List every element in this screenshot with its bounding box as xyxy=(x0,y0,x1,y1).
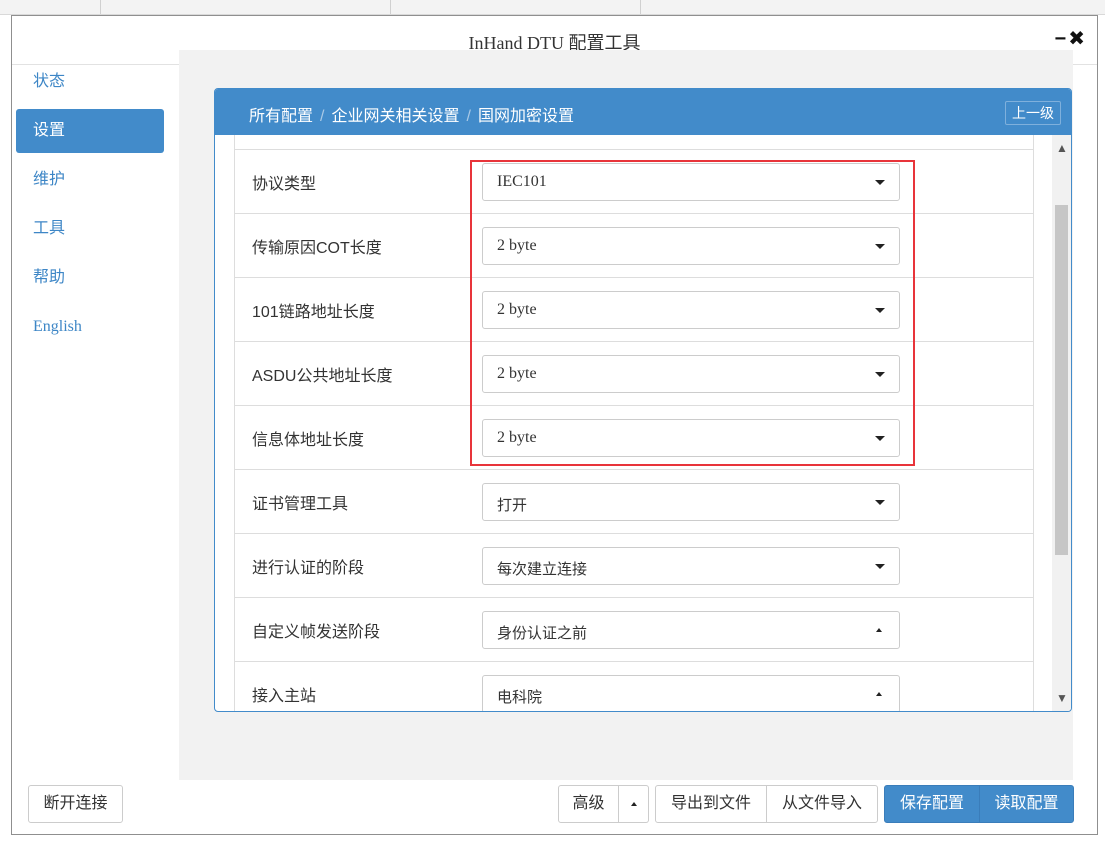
caret-down-icon xyxy=(875,436,885,441)
background-strip-segment xyxy=(60,0,101,14)
select-value: IEC101 xyxy=(497,173,547,190)
background-strip-segment xyxy=(500,0,641,14)
select-value: 每次建立连接 xyxy=(497,561,588,578)
caret-down-icon xyxy=(875,180,885,185)
breadcrumb-item-all-config[interactable]: 所有配置 xyxy=(249,108,313,125)
sidebar-item-maintenance[interactable]: 维护 xyxy=(16,158,164,202)
sidebar: 状态 设置 维护 工具 帮助 English xyxy=(16,60,164,354)
sidebar-item-tools[interactable]: 工具 xyxy=(16,207,164,251)
close-icon[interactable]: ✖ xyxy=(1068,28,1087,50)
export-to-file-button[interactable]: 导出到文件 xyxy=(655,785,767,823)
breadcrumb-item-encryption-settings: 国网加密设置 xyxy=(477,108,574,125)
caret-down-icon xyxy=(875,244,885,249)
table-row: 传输原因COT长度 2 byte xyxy=(235,213,1033,277)
scroll-up-arrow-icon[interactable]: ▲ xyxy=(1056,141,1068,155)
table-row: 信息体地址长度 2 byte xyxy=(235,405,1033,469)
read-config-button[interactable]: 读取配置 xyxy=(979,785,1074,823)
protocol-type-select[interactable]: IEC101 xyxy=(482,163,900,201)
select-value: 2 byte xyxy=(497,301,537,318)
settings-table: 协议类型 IEC101 传输原因COT长度 2 byte 101链路地址长度 2… xyxy=(234,135,1034,711)
table-row: 自定义帧发送阶段 身份认证之前 xyxy=(235,597,1033,661)
breadcrumb-separator: / xyxy=(466,108,471,125)
field-label: 101链路地址长度 xyxy=(252,304,375,321)
advanced-button[interactable]: 高级 xyxy=(558,785,619,823)
field-label: 证书管理工具 xyxy=(252,496,349,513)
custom-frame-stage-select[interactable]: 身份认证之前 xyxy=(482,611,900,649)
advanced-toggle-button[interactable] xyxy=(619,785,649,823)
table-row: 协议类型 IEC101 xyxy=(235,149,1033,213)
sidebar-item-status[interactable]: 状态 xyxy=(16,60,164,104)
field-label: 协议类型 xyxy=(252,176,317,193)
field-label: 信息体地址长度 xyxy=(252,432,365,449)
select-value: 电科院 xyxy=(497,689,543,706)
field-label: 接入主站 xyxy=(252,688,317,705)
scroll-down-arrow-icon[interactable]: ▼ xyxy=(1056,691,1068,705)
window-controls: −✖ xyxy=(1055,26,1087,51)
table-row: 进行认证的阶段 每次建立连接 xyxy=(235,533,1033,597)
field-label: 传输原因COT长度 xyxy=(252,240,382,257)
minimize-icon[interactable]: − xyxy=(1055,28,1069,50)
auth-stage-select[interactable]: 每次建立连接 xyxy=(482,547,900,585)
background-app-strip xyxy=(0,0,1105,15)
import-from-file-button[interactable]: 从文件导入 xyxy=(766,785,878,823)
select-value: 身份认证之前 xyxy=(497,625,588,642)
background-strip-segment xyxy=(250,0,391,14)
field-label: 进行认证的阶段 xyxy=(252,560,365,577)
asdu-address-length-select[interactable]: 2 byte xyxy=(482,355,900,393)
caret-down-icon xyxy=(875,564,885,569)
certificate-tool-select[interactable]: 打开 xyxy=(482,483,900,521)
table-row: 101链路地址长度 2 byte xyxy=(235,277,1033,341)
sidebar-item-help[interactable]: 帮助 xyxy=(16,256,164,300)
table-row xyxy=(235,135,1033,149)
caret-up-icon xyxy=(876,692,882,696)
field-label: ASDU公共地址长度 xyxy=(252,368,393,385)
cot-length-select[interactable]: 2 byte xyxy=(482,227,900,265)
sidebar-item-english[interactable]: English xyxy=(16,305,164,349)
breadcrumb-item-gateway-settings[interactable]: 企业网关相关设置 xyxy=(331,108,459,125)
caret-down-icon xyxy=(875,308,885,313)
save-config-button[interactable]: 保存配置 xyxy=(884,785,980,823)
select-value: 2 byte xyxy=(497,365,537,382)
info-object-address-length-select[interactable]: 2 byte xyxy=(482,419,900,457)
sidebar-item-settings[interactable]: 设置 xyxy=(16,109,164,153)
table-row: 证书管理工具 打开 xyxy=(235,469,1033,533)
select-value: 2 byte xyxy=(497,429,537,446)
table-row: 接入主站 电科院 xyxy=(235,661,1033,711)
select-value: 2 byte xyxy=(497,237,537,254)
caret-down-icon xyxy=(875,372,885,377)
scrollbar-thumb[interactable] xyxy=(1055,205,1068,555)
up-level-button[interactable]: 上一级 xyxy=(1005,101,1061,125)
table-row: ASDU公共地址长度 2 byte xyxy=(235,341,1033,405)
caret-down-icon xyxy=(875,500,885,505)
breadcrumb: 所有配置 / 企业网关相关设置 / 国网加密设置 xyxy=(249,102,574,126)
master-station-select[interactable]: 电科院 xyxy=(482,675,900,711)
caret-up-icon xyxy=(630,801,637,806)
disconnect-button[interactable]: 断开连接 xyxy=(28,785,123,823)
caret-up-icon xyxy=(876,628,882,632)
vertical-scrollbar[interactable]: ▲ ▼ xyxy=(1052,135,1071,711)
link-address-length-select[interactable]: 2 byte xyxy=(482,291,900,329)
panel-header: 所有配置 / 企业网关相关设置 / 国网加密设置 上一级 xyxy=(215,89,1071,135)
breadcrumb-separator: / xyxy=(320,108,325,125)
field-label: 自定义帧发送阶段 xyxy=(252,624,381,641)
settings-panel: 所有配置 / 企业网关相关设置 / 国网加密设置 上一级 协议类型 IEC101 传输原… xyxy=(214,88,1072,712)
select-value: 打开 xyxy=(497,497,528,514)
